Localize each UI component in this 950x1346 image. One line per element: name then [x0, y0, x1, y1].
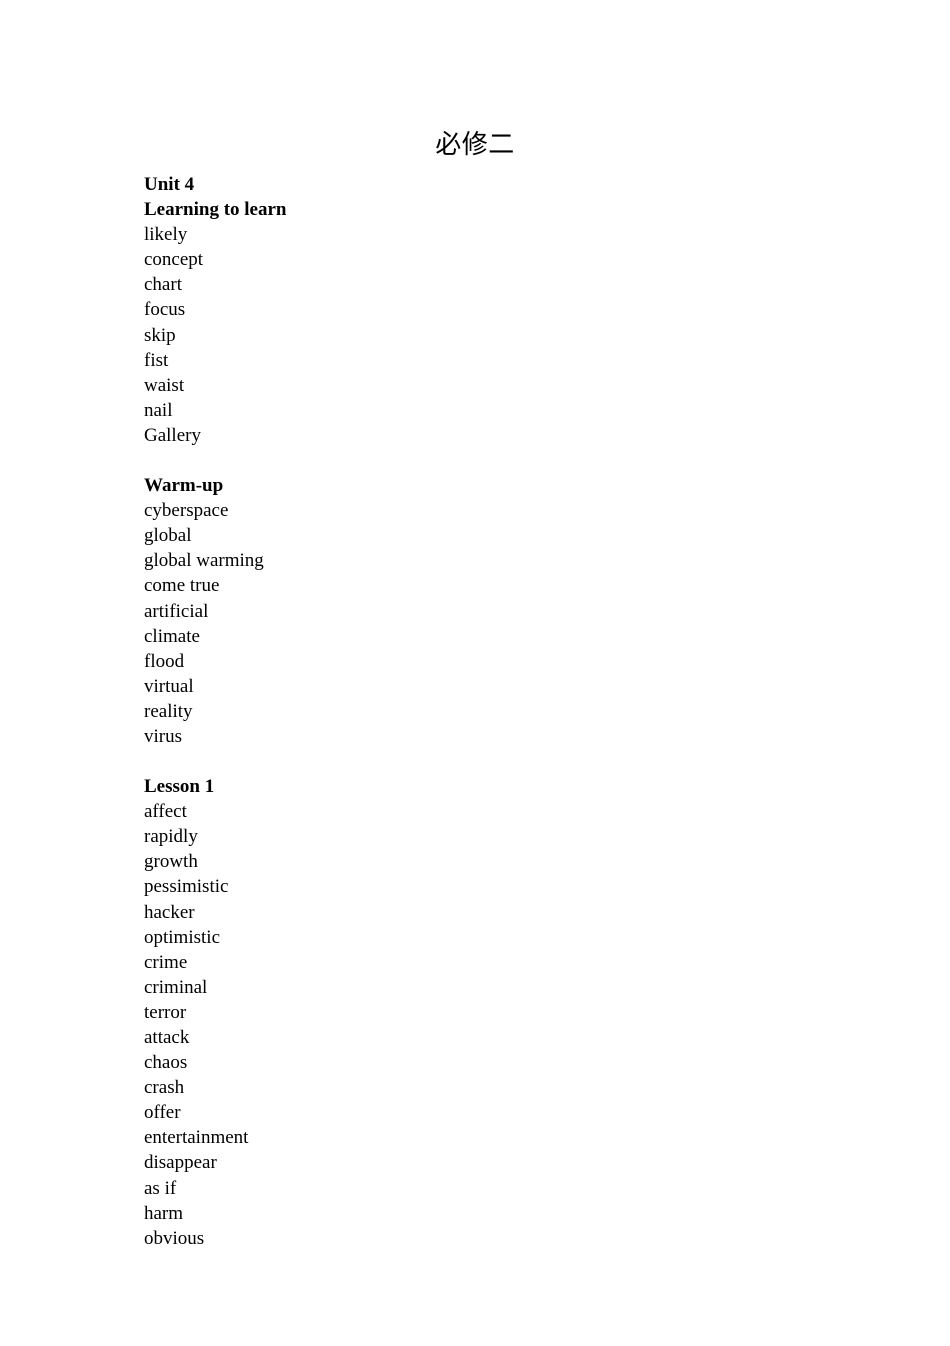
vocabulary-word: reality [144, 700, 193, 722]
vocabulary-word: nail [144, 399, 173, 421]
vocabulary-word: growth [144, 851, 198, 873]
section-heading: Learning to learn [144, 199, 287, 221]
vocabulary-word: virtual [144, 675, 194, 697]
vocabulary-word: optimistic [144, 926, 220, 948]
vocabulary-section: Unit 4 Learning to learn likely concept char… [144, 172, 844, 448]
section-heading: Warm-up [144, 475, 224, 497]
vocabulary-word: criminal [144, 976, 208, 998]
vocabulary-word: global warming [144, 550, 264, 572]
vocabulary-word: focus [144, 299, 186, 321]
vocabulary-word: attack [144, 1027, 190, 1048]
vocabulary-word: terror [144, 1001, 187, 1023]
vocabulary-word: pessimistic [144, 876, 229, 898]
vocabulary-word: fist [144, 349, 169, 371]
vocabulary-word: come true [144, 575, 220, 597]
vocabulary-word: obvious [144, 1227, 205, 1249]
vocabulary-word: cyberspace [144, 500, 229, 522]
vocabulary-word: chaos [144, 1052, 188, 1074]
vocabulary-word: artificial [144, 600, 209, 622]
page-title: 必修二 [435, 130, 515, 160]
vocabulary-word: crash [144, 1077, 185, 1099]
vocabulary-word: Gallery [144, 424, 201, 446]
section-heading: Unit 4 [144, 174, 195, 195]
vocabulary-word: virus [144, 725, 182, 747]
vocabulary-word: waist [144, 374, 185, 396]
vocabulary-word: chart [144, 274, 182, 296]
vocabulary-word: crime [144, 951, 188, 973]
vocabulary-list: Unit 4 Learning to learn likely concept char… [144, 172, 844, 1251]
vocabulary-word: skip [144, 324, 176, 346]
vocabulary-word: entertainment [144, 1127, 249, 1149]
document-page: 必修二 Unit 4 Learning to learn likely concept… [0, 0, 950, 1346]
vocabulary-word: harm [144, 1202, 184, 1224]
vocabulary-word: rapidly [144, 826, 198, 848]
vocabulary-section: Warm-up cyberspace global global warming com… [144, 473, 844, 749]
vocabulary-section: Lesson 1 affect rapidly growth pessimistic ha… [144, 774, 844, 1251]
vocabulary-word: likely [144, 224, 188, 246]
vocabulary-word: climate [144, 625, 200, 647]
section-heading: Lesson 1 [144, 776, 215, 798]
vocabulary-word: as if [144, 1177, 177, 1199]
vocabulary-word: global [144, 525, 192, 547]
vocabulary-word: flood [144, 650, 185, 672]
vocabulary-word: concept [144, 249, 204, 271]
vocabulary-word: hacker [144, 901, 195, 923]
vocabulary-word: affect [144, 801, 187, 823]
vocabulary-word: disappear [144, 1152, 217, 1174]
vocabulary-word: offer [144, 1102, 181, 1124]
